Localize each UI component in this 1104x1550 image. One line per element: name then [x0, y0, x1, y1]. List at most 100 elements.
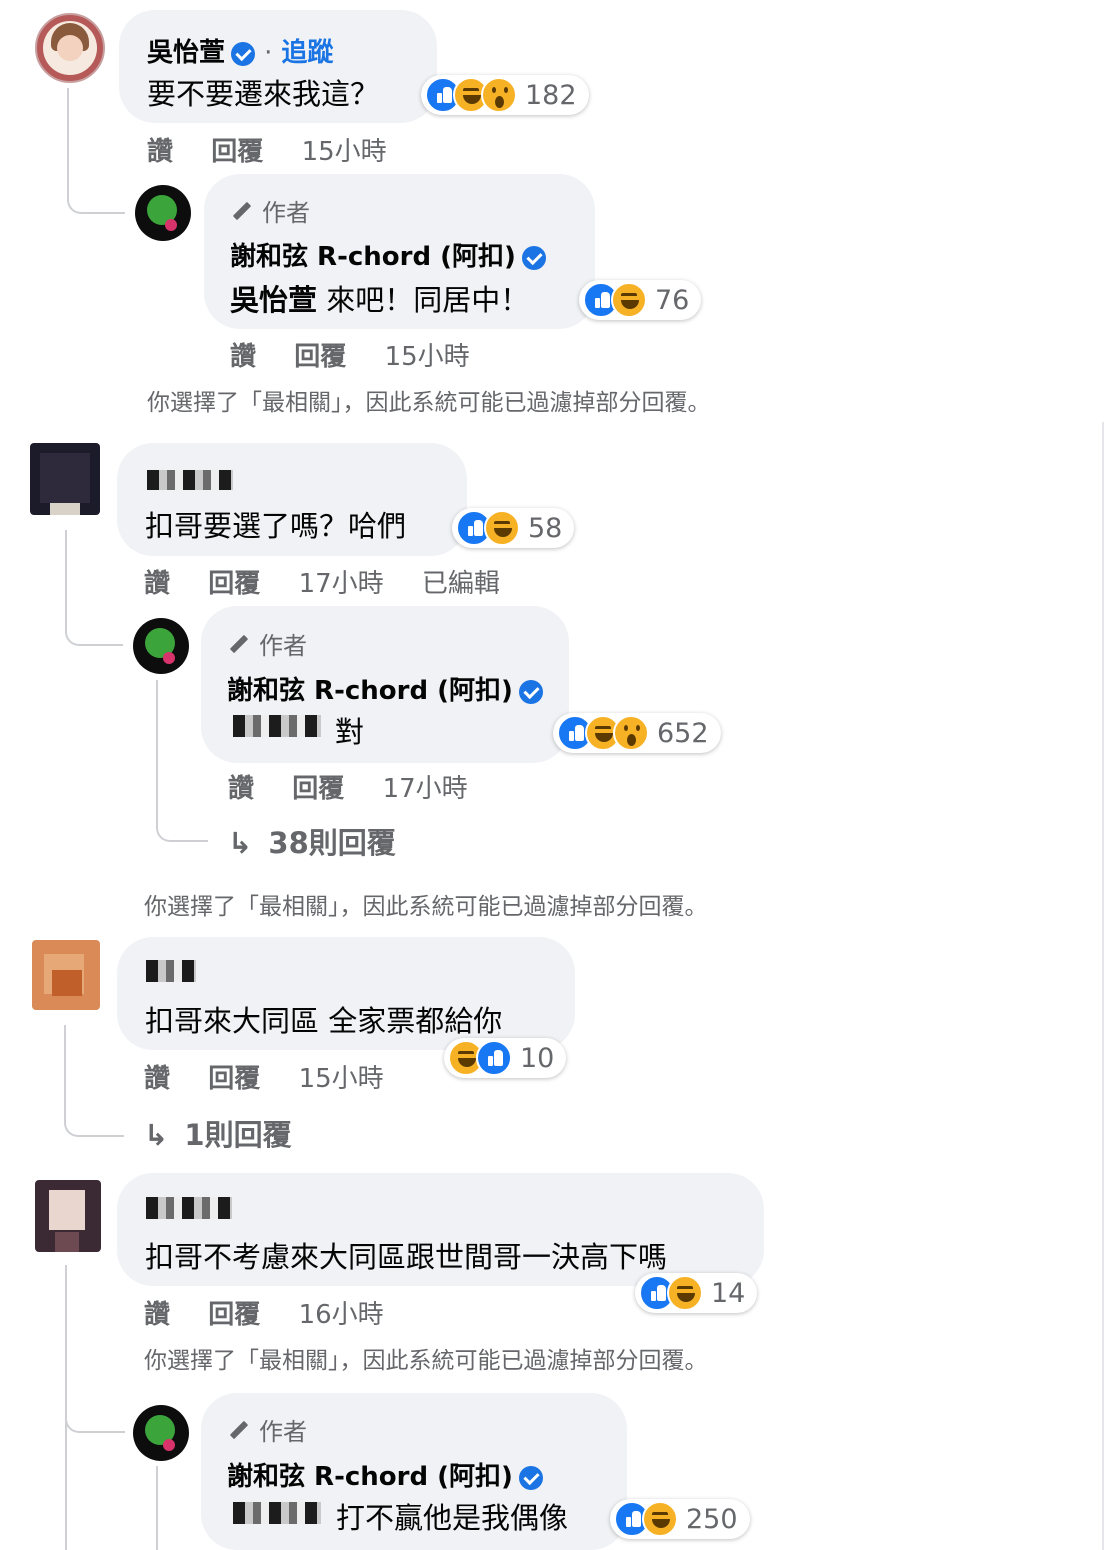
haha-icon [667, 1275, 703, 1311]
view-more-replies-link[interactable]: ↳ 1則回覆 [144, 1112, 292, 1154]
thread-connector [67, 88, 125, 214]
like-icon [476, 1040, 512, 1076]
verified-badge-icon [521, 245, 546, 270]
author-avatar[interactable] [133, 1405, 189, 1461]
reaction-count: 14 [711, 1277, 746, 1309]
edited-label[interactable]: 已編輯 [422, 569, 500, 599]
comment-actions: 讚 回覆 15小時 [144, 1058, 384, 1095]
wow-icon [481, 77, 517, 113]
haha-icon [484, 510, 520, 546]
author-tag-label: 作者 [262, 199, 310, 227]
comment-text: 扣哥不考慮來大同區跟世間哥一決高下嗎 [145, 1240, 668, 1274]
reply-button[interactable]: 回覆 [294, 342, 346, 372]
commenter-avatar[interactable] [32, 940, 100, 1010]
comment-timestamp[interactable]: 16小時 [299, 1300, 384, 1330]
verified-badge-icon [518, 1465, 543, 1490]
commenter-name-text[interactable]: 吳怡萱 [147, 38, 225, 68]
comment-timestamp[interactable]: 15小時 [302, 137, 387, 167]
like-button[interactable]: 讚 [144, 1300, 170, 1330]
like-button[interactable]: 讚 [144, 569, 170, 599]
censored-name [146, 960, 196, 982]
reply-actions: 讚 回覆 15小時 [230, 336, 470, 373]
reply-arrow-icon: ↳ [144, 1118, 169, 1152]
comment-text: 要不要遷來我這？ [147, 77, 380, 111]
reaction-count: 182 [525, 79, 577, 111]
reaction-summary[interactable]: 10 [444, 1038, 567, 1078]
reply-text: 打不贏他是我偶像 [336, 1501, 569, 1535]
comment-text: 扣哥要選了嗎？哈們 [145, 509, 407, 543]
haha-icon [642, 1501, 678, 1537]
reply-text: 吳怡萱 來吧！同居中！ [230, 277, 529, 319]
reply-button[interactable]: 回覆 [211, 137, 263, 167]
reply-actions: 讚 回覆 17小時 [228, 768, 468, 805]
reply-button[interactable]: 回覆 [208, 569, 260, 599]
thread-connector [64, 1025, 124, 1137]
censored-mention [233, 1502, 321, 1524]
reply-author-name-text[interactable]: 謝和弦 R-chord (阿扣) [227, 676, 513, 706]
like-button[interactable]: 讚 [144, 1064, 170, 1094]
thread-connector [65, 1265, 125, 1433]
reply-button[interactable]: 回覆 [292, 774, 344, 804]
like-button[interactable]: 讚 [228, 774, 254, 804]
view-more-replies-link[interactable]: ↳ 38則回覆 [228, 820, 396, 862]
reply-arrow-icon: ↳ [228, 826, 253, 860]
reaction-count: 652 [657, 717, 709, 749]
comment-timestamp[interactable]: 17小時 [299, 569, 384, 599]
reaction-summary[interactable]: 14 [635, 1273, 758, 1313]
pencil-icon [230, 199, 254, 223]
like-button[interactable]: 讚 [230, 342, 256, 372]
reply-author-name-text[interactable]: 謝和弦 R-chord (阿扣) [230, 242, 516, 272]
author-tag-label: 作者 [259, 1418, 307, 1446]
comment-actions: 讚 回覆 17小時 已編輯 [144, 563, 500, 600]
reply-author-name-text[interactable]: 謝和弦 R-chord (阿扣) [227, 1462, 513, 1492]
thread-connector [65, 530, 123, 646]
reply-author-name[interactable]: 謝和弦 R-chord (阿扣) [227, 1456, 543, 1493]
author-avatar[interactable] [135, 185, 191, 241]
reply-text: 對 [335, 715, 365, 749]
view-more-replies-label[interactable]: 38則回覆 [268, 826, 395, 860]
comment-text: 扣哥來大同區 全家票都給你 [145, 1004, 503, 1038]
verified-badge-icon [518, 679, 543, 704]
censored-mention [233, 715, 321, 737]
commenter-avatar[interactable] [30, 443, 100, 515]
author-tag-label: 作者 [259, 632, 307, 660]
reply-author-name[interactable]: 謝和弦 R-chord (阿扣) [230, 236, 546, 273]
reaction-summary[interactable]: 652 [553, 713, 721, 753]
reply-button[interactable]: 回覆 [208, 1300, 260, 1330]
like-button[interactable]: 讚 [147, 137, 173, 167]
reply-author-name[interactable]: 謝和弦 R-chord (阿扣) [227, 670, 543, 707]
comment-actions: 讚 回覆 15小時 [147, 131, 387, 168]
reply-button[interactable]: 回覆 [208, 1064, 260, 1094]
reaction-count: 58 [528, 512, 563, 544]
comment-actions: 讚 回覆 16小時 [144, 1294, 384, 1331]
filter-notice: 你選擇了「最相關」，因此系統可能已過濾掉部分回覆。 [147, 390, 711, 416]
author-tag: 作者 [227, 626, 307, 661]
author-avatar[interactable] [133, 618, 189, 674]
mention-link[interactable]: 吳怡萱 [230, 283, 317, 317]
author-tag: 作者 [227, 1412, 307, 1447]
verified-badge-icon [231, 41, 256, 66]
follow-link[interactable]: 追蹤 [281, 38, 333, 68]
wow-icon [613, 715, 649, 751]
commenter-avatar[interactable] [35, 13, 105, 83]
comment-timestamp[interactable]: 15小時 [299, 1064, 384, 1094]
reply-timestamp[interactable]: 17小時 [383, 774, 468, 804]
reaction-summary[interactable]: 58 [452, 508, 575, 548]
haha-icon [611, 282, 647, 318]
censored-name [147, 470, 233, 490]
separator-dot: · [264, 38, 273, 68]
commenter-avatar[interactable] [35, 1180, 101, 1252]
thread-connector [156, 1466, 158, 1550]
pencil-icon [227, 632, 251, 656]
reply-timestamp[interactable]: 15小時 [385, 342, 470, 372]
reply-text-body: 來吧！同居中！ [326, 283, 530, 317]
reaction-summary[interactable]: 76 [579, 280, 702, 320]
reaction-count: 10 [520, 1042, 555, 1074]
reaction-summary[interactable]: 182 [421, 75, 589, 115]
reaction-count: 76 [655, 284, 690, 316]
view-more-replies-label[interactable]: 1則回覆 [184, 1118, 291, 1152]
author-tag: 作者 [230, 193, 310, 228]
censored-name [146, 1197, 232, 1219]
commenter-name[interactable]: 吳怡萱 · 追蹤 [147, 32, 333, 69]
reaction-summary[interactable]: 250 [610, 1499, 750, 1539]
